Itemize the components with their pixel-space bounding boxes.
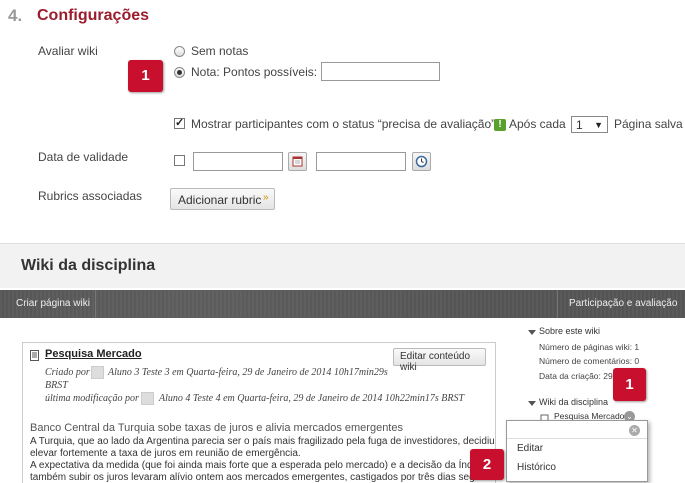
grade-label: Avaliar wiki bbox=[38, 44, 98, 58]
show-participants-label: Mostrar participantes com o status “prec… bbox=[191, 117, 496, 131]
toolbar-divider bbox=[95, 290, 96, 318]
pages-count: Número de páginas wiki: 1 bbox=[539, 342, 640, 352]
creation-date: Data da criação: 29/ bbox=[539, 371, 616, 381]
menu-item-edit[interactable]: Editar bbox=[517, 443, 543, 454]
collapse-icon[interactable] bbox=[528, 401, 536, 406]
exclamation-icon: ! bbox=[494, 119, 506, 131]
points-input[interactable] bbox=[321, 62, 440, 81]
due-date-input[interactable] bbox=[193, 152, 283, 171]
created-timezone: BRST bbox=[45, 380, 68, 391]
grade-option-label: Nota: Pontos possíveis: bbox=[191, 65, 318, 79]
page-saved-label: Página salva bbox=[614, 117, 683, 131]
add-rubric-button[interactable]: Adicionar rubric » bbox=[170, 188, 275, 210]
article-paragraph: também subir os juros levaram alívio ont… bbox=[30, 472, 488, 483]
wiki-title: Wiki da disciplina bbox=[21, 257, 156, 274]
double-chevron-down-icon: » bbox=[263, 192, 269, 203]
calendar-icon[interactable] bbox=[288, 152, 307, 171]
callout-badge-1: 1 bbox=[128, 60, 163, 92]
no-grade-radio[interactable] bbox=[174, 46, 185, 57]
created-by-text: Aluno 3 Teste 3 em Quarta-feira, 29 de J… bbox=[108, 367, 388, 378]
after-each-value: 1 bbox=[576, 118, 583, 132]
menu-divider bbox=[507, 438, 647, 439]
rubrics-label: Rubrics associadas bbox=[38, 189, 143, 203]
callout-badge-2: 2 bbox=[470, 449, 504, 480]
chevron-down-icon: ▼ bbox=[594, 120, 603, 130]
section-number: 4. bbox=[8, 6, 23, 25]
toolbar-divider bbox=[557, 290, 558, 318]
due-date-label: Data de validade bbox=[38, 150, 129, 164]
grade-radio[interactable] bbox=[174, 67, 185, 78]
callout-badge-1-side: 1 bbox=[613, 368, 646, 401]
create-wiki-page-button[interactable]: Criar página wiki bbox=[16, 298, 90, 309]
close-icon[interactable]: ✕ bbox=[629, 425, 640, 436]
clock-icon[interactable] bbox=[412, 152, 431, 171]
menu-item-history[interactable]: Histórico bbox=[517, 462, 556, 473]
due-time-input[interactable] bbox=[316, 152, 406, 171]
about-wiki-heading: Sobre este wiki bbox=[539, 326, 601, 336]
wiki-page-icon bbox=[30, 348, 40, 361]
article-title: Banco Central da Turquia sobe taxas de j… bbox=[30, 422, 403, 434]
after-each-select[interactable]: 1 ▼ bbox=[571, 116, 608, 133]
collapse-icon[interactable] bbox=[528, 330, 536, 335]
article-paragraph: elevar fortemente a taxa de juros em reu… bbox=[30, 448, 301, 459]
modified-prefix: última modificação por bbox=[45, 393, 139, 404]
wiki-page-title-link[interactable]: Pesquisa Mercado bbox=[45, 348, 142, 360]
section-title: Configurações bbox=[37, 7, 150, 24]
edit-wiki-content-button[interactable]: Editar conteúdo wiki bbox=[393, 348, 486, 373]
no-grade-label: Sem notas bbox=[191, 44, 249, 58]
show-participants-checkbox[interactable] bbox=[174, 116, 185, 129]
add-rubric-label: Adicionar rubric bbox=[178, 193, 262, 207]
avatar bbox=[141, 392, 154, 405]
avatar bbox=[91, 366, 104, 379]
modified-by-text: Aluno 4 Teste 4 em Quarta-feira, 29 de J… bbox=[159, 393, 465, 404]
comments-count: Número de comentários: 0 bbox=[539, 356, 640, 366]
after-each-label: Após cada bbox=[509, 117, 566, 131]
article-paragraph: A expectativa da medida (que foi ainda m… bbox=[30, 460, 495, 471]
article-paragraph: A Turquia, que ao lado da Argentina pare… bbox=[30, 436, 495, 447]
edit-wiki-content-label: Editar conteúdo wiki bbox=[400, 351, 471, 373]
created-prefix: Criado por bbox=[45, 367, 90, 378]
participation-button[interactable]: Participação e avaliação bbox=[569, 298, 677, 309]
due-date-checkbox[interactable] bbox=[174, 155, 185, 166]
wiki-list-heading: Wiki da disciplina bbox=[539, 397, 609, 407]
